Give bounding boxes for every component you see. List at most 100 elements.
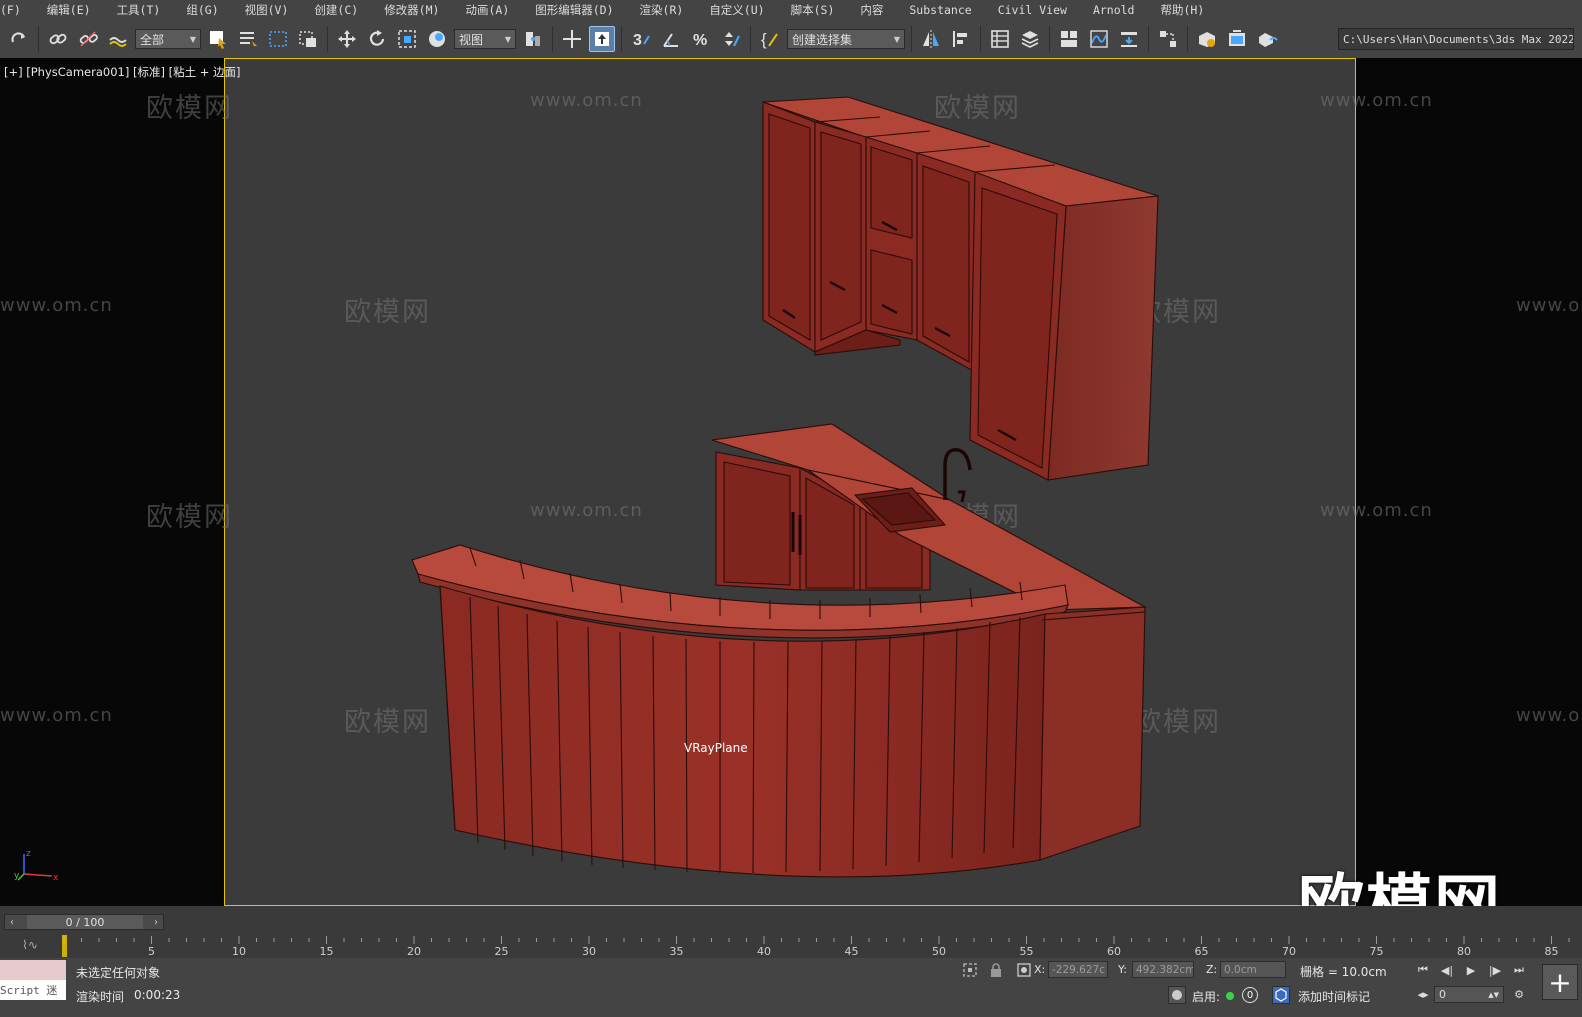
unlink-icon[interactable] bbox=[75, 26, 101, 52]
snaps-toggle-icon[interactable]: 3 bbox=[628, 26, 654, 52]
menu-item[interactable]: 工具(T) bbox=[104, 2, 174, 18]
pivot-center-icon[interactable] bbox=[520, 26, 546, 52]
named-selection-set-dropdown[interactable]: 创建选择集 ▼ bbox=[787, 29, 905, 49]
menu-item[interactable]: 帮助(H) bbox=[1147, 2, 1217, 18]
go-to-end-icon[interactable]: ⏭ bbox=[1510, 962, 1528, 978]
link-icon[interactable] bbox=[45, 26, 71, 52]
menu-item[interactable]: 图形编辑器(D) bbox=[522, 2, 626, 18]
maxscript-input[interactable]: Script 迷 bbox=[0, 980, 66, 1000]
rectangular-selection-icon[interactable] bbox=[265, 26, 291, 52]
time-slider-value[interactable]: 0 / 100 bbox=[27, 915, 143, 929]
rotate-icon[interactable] bbox=[364, 26, 390, 52]
maxscript-output[interactable] bbox=[0, 960, 66, 980]
previous-frame-icon[interactable]: ◀| bbox=[1438, 962, 1456, 978]
menu-item[interactable]: Substance bbox=[896, 3, 984, 17]
cabinet-3d-model[interactable] bbox=[0, 58, 1582, 906]
frame-tick-label: 70 bbox=[1282, 945, 1296, 958]
x-coord-label: X: bbox=[1034, 963, 1046, 976]
menu-item[interactable]: 脚本(S) bbox=[778, 2, 848, 18]
x-coord-field[interactable]: -229.627c bbox=[1048, 961, 1108, 978]
chevron-right-icon[interactable]: › bbox=[149, 915, 163, 929]
y-coord-field[interactable]: 492.382cm bbox=[1132, 961, 1194, 978]
redo-icon[interactable] bbox=[6, 26, 32, 52]
time-config-icon[interactable]: ⚙ bbox=[1510, 986, 1528, 1002]
go-to-start-icon[interactable]: ⏮ bbox=[1414, 962, 1432, 978]
layer-explorer-icon[interactable] bbox=[1017, 26, 1043, 52]
enable-count-badge[interactable]: 0 bbox=[1242, 987, 1258, 1003]
place-icon[interactable] bbox=[424, 26, 450, 52]
menu-item[interactable]: 内容 bbox=[847, 2, 896, 18]
named-selection-set-value: 创建选择集 bbox=[792, 32, 853, 47]
time-slider-bar: ‹ 0 / 100 › bbox=[0, 906, 1582, 934]
window-crossing-icon[interactable] bbox=[295, 26, 321, 52]
maxscript-listener[interactable]: Script 迷 bbox=[0, 958, 68, 1006]
reference-coordinate-value: 视图 bbox=[459, 32, 484, 47]
select-object-icon[interactable] bbox=[205, 26, 231, 52]
chevron-left-icon[interactable]: ‹ bbox=[5, 915, 19, 929]
menu-item[interactable]: (F) bbox=[0, 3, 34, 17]
keyboard-shortcut-override-icon[interactable] bbox=[589, 26, 615, 52]
grid-size-readout: 栅格 = 10.0cm bbox=[1300, 965, 1387, 979]
scene-explorer-icon[interactable] bbox=[987, 26, 1013, 52]
bind-spacewarp-icon[interactable] bbox=[105, 26, 131, 52]
percent-snap-icon[interactable]: % bbox=[688, 26, 714, 52]
lock-icon[interactable] bbox=[988, 962, 1004, 978]
menu-item[interactable]: 编辑(E) bbox=[34, 2, 104, 18]
menu-item[interactable]: 视图(V) bbox=[232, 2, 302, 18]
track-bar[interactable]: ⌇∿ 5 10 15 20 25 30 35 40 45 50 55 60 65 70 75 80 85 bbox=[0, 934, 1582, 958]
move-icon[interactable] bbox=[334, 26, 360, 52]
menu-item[interactable]: 修改器(M) bbox=[371, 2, 452, 18]
reference-coordinate-dropdown[interactable]: 视图 ▼ bbox=[454, 29, 516, 49]
menu-item[interactable]: Civil View bbox=[985, 3, 1080, 17]
absolute-mode-icon[interactable] bbox=[1016, 962, 1032, 978]
align-icon[interactable] bbox=[948, 26, 974, 52]
menu-item[interactable]: Arnold bbox=[1080, 3, 1148, 17]
material-editor-icon[interactable] bbox=[1155, 26, 1181, 52]
menu-item[interactable]: 创建(C) bbox=[301, 2, 371, 18]
frame-tick-label: 25 bbox=[495, 945, 509, 958]
viewport-label-menu[interactable]: [+] [PhysCamera001] [标准] [粘土 + 边面] bbox=[4, 64, 241, 80]
mirror-icon[interactable] bbox=[918, 26, 944, 52]
main-toolbar: 全部 ▼ 视图 ▼ 3 % { 创建选择集 ▼ C:\Users\Han\Doc… bbox=[0, 20, 1582, 58]
add-time-tag-button[interactable]: 添加时间标记 bbox=[1298, 988, 1370, 1005]
project-path-dropdown[interactable]: C:\Users\Han\Documents\3ds Max 2022▼ bbox=[1338, 28, 1574, 50]
frame-tick-label: 5 bbox=[148, 945, 155, 958]
z-coord-field[interactable]: 0.0cm bbox=[1220, 961, 1286, 978]
schematic-view-icon[interactable] bbox=[1116, 26, 1142, 52]
toolbar-separator bbox=[1187, 26, 1188, 52]
rendered-frame-window-icon[interactable] bbox=[1224, 26, 1250, 52]
spinner-snap-icon[interactable] bbox=[718, 26, 744, 52]
object-name-label: VRayPlane bbox=[684, 741, 748, 755]
key-mode-icon[interactable]: ◂▸ bbox=[1414, 986, 1432, 1002]
curve-editor-mini-icon[interactable]: ⌇∿ bbox=[22, 938, 38, 952]
play-icon[interactable]: ▶ bbox=[1462, 962, 1480, 978]
frame-tick-label: 15 bbox=[320, 945, 334, 958]
isolate-selection-icon[interactable] bbox=[962, 962, 978, 978]
render-production-icon[interactable] bbox=[1254, 26, 1280, 52]
edit-named-selection-icon[interactable]: { bbox=[757, 26, 783, 52]
render-setup-icon[interactable] bbox=[1194, 26, 1220, 52]
menu-item[interactable]: 组(G) bbox=[173, 2, 231, 18]
frame-ruler[interactable]: 5 10 15 20 25 30 35 40 45 50 55 60 65 70 75 80 85 bbox=[60, 934, 1575, 958]
scale-icon[interactable] bbox=[394, 26, 420, 52]
menu-item[interactable]: 自定义(U) bbox=[696, 2, 777, 18]
select-manipulate-icon[interactable] bbox=[559, 26, 585, 52]
time-cursor[interactable] bbox=[62, 935, 67, 957]
time-tag-icon[interactable] bbox=[1272, 986, 1290, 1004]
menu-item[interactable]: 动画(A) bbox=[452, 2, 522, 18]
menu-item[interactable]: 渲染(R) bbox=[627, 2, 697, 18]
time-slider[interactable]: ‹ 0 / 100 › bbox=[4, 914, 164, 930]
axis-x-label: x bbox=[53, 873, 59, 883]
next-frame-icon[interactable]: |▶ bbox=[1486, 962, 1504, 978]
frame-tick-label: 85 bbox=[1545, 945, 1559, 958]
angle-snap-icon[interactable] bbox=[658, 26, 684, 52]
curve-editor-icon[interactable] bbox=[1086, 26, 1112, 52]
ribbon-toggle-icon[interactable] bbox=[1056, 26, 1082, 52]
select-by-name-icon[interactable] bbox=[235, 26, 261, 52]
toolbar-separator bbox=[621, 26, 622, 52]
spinner-icon[interactable]: ▲▼ bbox=[1488, 991, 1499, 999]
adaptive-degradation-icon[interactable] bbox=[1168, 986, 1186, 1004]
current-frame-field[interactable]: 0 ▲▼ bbox=[1434, 986, 1504, 1003]
create-plus-icon[interactable]: + bbox=[1542, 964, 1578, 1000]
selection-filter-dropdown[interactable]: 全部 ▼ bbox=[135, 29, 201, 49]
